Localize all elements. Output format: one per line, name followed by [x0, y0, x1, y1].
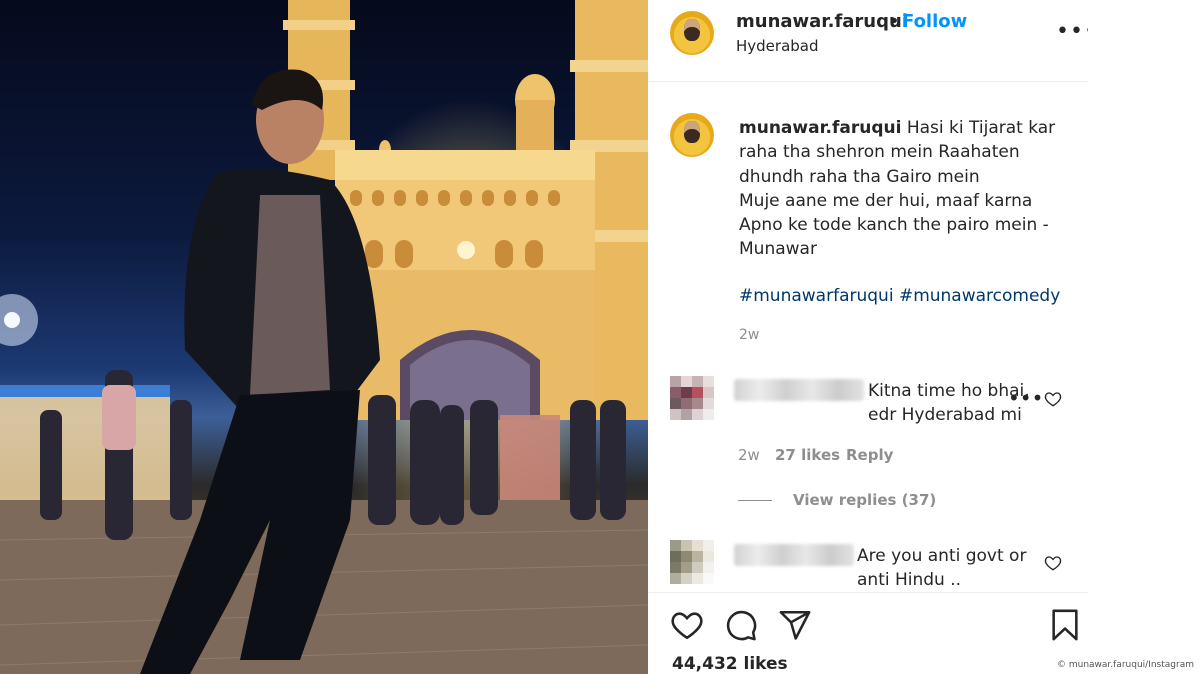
author-avatar[interactable]	[670, 11, 714, 55]
post-location[interactable]: Hyderabad	[736, 37, 819, 55]
follow-button[interactable]: Follow	[902, 11, 967, 32]
caption-timestamp[interactable]: 2w	[739, 327, 759, 343]
comment-icon[interactable]	[724, 608, 758, 642]
hashtag-link[interactable]: #munawarfaruqui	[739, 286, 894, 306]
likes-count[interactable]: 44,432 likes	[672, 654, 788, 674]
commenter-username-blurred[interactable]	[734, 544, 854, 566]
action-bar-divider	[648, 592, 1088, 593]
view-replies-line	[738, 500, 772, 501]
comment-reply-button[interactable]: Reply	[846, 446, 893, 464]
comment-like-heart-icon[interactable]	[1044, 554, 1062, 572]
post-header: munawar.faruqui • Follow Hyderabad •••	[648, 0, 1097, 82]
caption-username[interactable]: munawar.faruqui	[739, 118, 901, 138]
comment-like-heart-icon[interactable]	[1044, 390, 1062, 408]
share-icon[interactable]	[778, 608, 812, 642]
commenter-avatar-blurred[interactable]	[670, 540, 714, 584]
author-username[interactable]: munawar.faruqui	[736, 11, 908, 32]
view-replies-button[interactable]: View replies (37)	[793, 491, 936, 509]
caption-text: Hasi ki Tijarat kar raha tha shehron mei…	[739, 118, 1056, 260]
comment-likes-count[interactable]: 27 likes	[775, 446, 840, 464]
commenter-username-blurred[interactable]	[734, 379, 864, 401]
comment-text: Are you anti govt or anti Hindu ..	[857, 546, 1027, 588]
post-caption: munawar.faruqui Hasi ki Tijarat kar raha…	[739, 116, 1069, 262]
separator-dot: •	[889, 11, 900, 32]
photo-credit: © munawar.faruqui/Instagram	[1057, 660, 1194, 670]
commenter-avatar-blurred[interactable]	[670, 376, 714, 420]
comment-more-icon[interactable]: •••	[1008, 386, 1043, 410]
caption-author-avatar[interactable]	[670, 113, 714, 157]
post-photo[interactable]	[0, 0, 648, 674]
heart-icon[interactable]	[670, 608, 704, 642]
page-margin	[1088, 0, 1199, 674]
hashtag-link[interactable]: #munawarcomedy	[899, 286, 1060, 306]
post-detail-panel: munawar.faruqui • Follow Hyderabad ••• m…	[648, 0, 1097, 674]
caption-hashtags: #munawarfaruqui #munawarcomedy	[739, 286, 1060, 306]
bookmark-icon[interactable]	[1048, 608, 1082, 642]
comment-timestamp[interactable]: 2w	[738, 446, 760, 464]
charminar-scene-illustration	[0, 0, 648, 674]
